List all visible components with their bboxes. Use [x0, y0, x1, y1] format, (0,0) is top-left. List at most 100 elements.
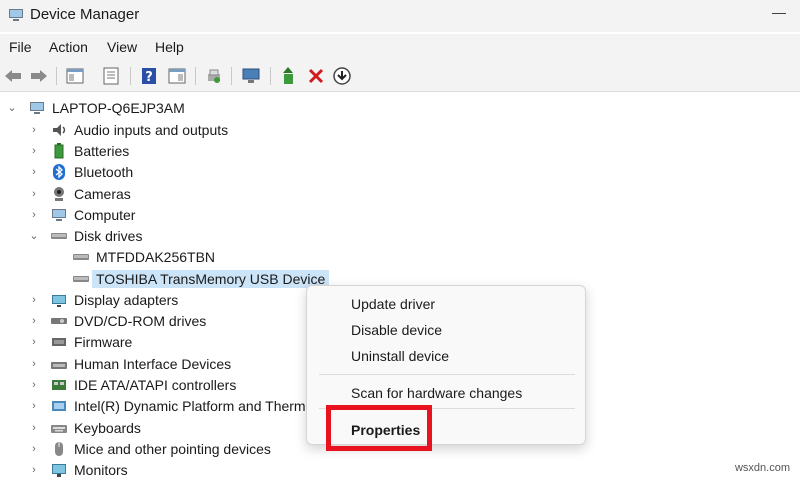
- tree-item-computer[interactable]: › Computer: [28, 204, 135, 225]
- ctx-disable-device[interactable]: Disable device: [351, 322, 442, 338]
- menu-view[interactable]: View: [107, 39, 137, 55]
- intel-platform-icon: [50, 397, 68, 415]
- tree-item-mtfddak[interactable]: MTFDDAK256TBN: [72, 246, 215, 267]
- toolbar-separator: [56, 67, 57, 85]
- tree-item-ide[interactable]: › IDE ATA/ATAPI controllers: [28, 374, 236, 395]
- display-adapter-icon: [50, 291, 68, 309]
- download-driver-icon[interactable]: [331, 65, 353, 87]
- tree-item-label: Human Interface Devices: [74, 355, 232, 372]
- tree-item-dvd[interactable]: › DVD/CD-ROM drives: [28, 310, 206, 331]
- svg-text:?: ?: [145, 70, 153, 85]
- tree-item-label: IDE ATA/ATAPI controllers: [74, 376, 237, 393]
- chevron-right-icon[interactable]: ›: [28, 379, 40, 391]
- tree-item-label: Display adapters: [74, 291, 179, 308]
- help-icon[interactable]: ?: [138, 65, 160, 87]
- tree-item-bluetooth[interactable]: › Bluetooth: [28, 161, 133, 182]
- toolbar-separator: [231, 67, 232, 85]
- camera-icon: [50, 185, 68, 203]
- chevron-right-icon[interactable]: ›: [28, 336, 40, 348]
- tree-root[interactable]: ⌄ LAPTOP-Q6EJP3AM: [6, 97, 185, 118]
- firmware-icon: [50, 333, 68, 351]
- computer-icon: [28, 99, 46, 117]
- chevron-right-icon[interactable]: ›: [28, 443, 40, 455]
- tree-item-label: DVD/CD-ROM drives: [74, 312, 207, 329]
- chevron-right-icon[interactable]: ›: [28, 315, 40, 327]
- tree-item-intel[interactable]: › Intel(R) Dynamic Platform and Therma: [28, 395, 313, 416]
- tree-item-hid[interactable]: › Human Interface Devices: [28, 353, 231, 374]
- back-arrow-icon[interactable]: [2, 65, 24, 87]
- properties-sheet-icon[interactable]: [100, 65, 122, 87]
- toolbar-separator: [130, 67, 131, 85]
- printer-icon[interactable]: [203, 65, 225, 87]
- tree-item-label: Cameras: [74, 185, 131, 202]
- tree-item-label: Intel(R) Dynamic Platform and Therma: [74, 397, 314, 414]
- minimize-button[interactable]: —: [772, 5, 786, 19]
- uninstall-icon[interactable]: [305, 65, 327, 87]
- title-bar: Device Manager —: [0, 0, 800, 32]
- tree-item-label: TOSHIBA TransMemory USB Device: [92, 269, 330, 288]
- chevron-down-icon[interactable]: ⌄: [28, 229, 40, 242]
- chevron-right-icon[interactable]: ›: [28, 400, 40, 412]
- chevron-right-icon[interactable]: ›: [28, 124, 40, 136]
- tree-item-mice[interactable]: › Mice and other pointing devices: [28, 438, 271, 459]
- ctx-separator: [319, 374, 575, 375]
- chevron-right-icon[interactable]: ›: [28, 209, 40, 221]
- toolbar-separator: [195, 67, 196, 85]
- chevron-right-icon[interactable]: ›: [28, 188, 40, 200]
- chevron-right-icon[interactable]: ›: [28, 422, 40, 434]
- scan-hardware-icon[interactable]: [240, 65, 262, 87]
- speaker-icon: [50, 121, 68, 139]
- dvd-drive-icon: [50, 312, 68, 330]
- tree-item-label: Disk drives: [74, 227, 143, 244]
- tree-item-batteries[interactable]: › Batteries: [28, 140, 129, 161]
- chevron-right-icon[interactable]: ›: [28, 166, 40, 178]
- ide-controller-icon: [50, 376, 68, 394]
- action-pane-icon[interactable]: [166, 65, 188, 87]
- monitor-icon: [50, 461, 68, 479]
- toolbar-separator: [270, 67, 271, 85]
- tree-item-label: Mice and other pointing devices: [74, 440, 271, 457]
- tree-item-keyboards[interactable]: › Keyboards: [28, 417, 141, 438]
- tree-item-label: Keyboards: [74, 419, 141, 436]
- chevron-right-icon[interactable]: ›: [28, 358, 40, 370]
- chevron-right-icon[interactable]: ›: [28, 294, 40, 306]
- chevron-right-icon[interactable]: ›: [28, 145, 40, 157]
- ctx-update-driver[interactable]: Update driver: [351, 296, 435, 312]
- show-hide-tree-icon[interactable]: [64, 65, 86, 87]
- menu-action[interactable]: Action: [49, 39, 88, 55]
- tree-item-disk-drives[interactable]: ⌄ Disk drives: [28, 225, 142, 246]
- tree-item-firmware[interactable]: › Firmware: [28, 331, 132, 352]
- device-manager-icon: [8, 7, 24, 23]
- ctx-uninstall-device[interactable]: Uninstall device: [351, 348, 449, 364]
- tree-item-display-adapters[interactable]: › Display adapters: [28, 289, 178, 310]
- tree-item-cameras[interactable]: › Cameras: [28, 183, 131, 204]
- ctx-scan-hardware[interactable]: Scan for hardware changes: [351, 385, 522, 401]
- chevron-right-icon[interactable]: ›: [28, 464, 40, 476]
- bluetooth-icon: [50, 163, 68, 181]
- forward-arrow-icon[interactable]: [28, 65, 50, 87]
- window-title: Device Manager: [30, 6, 140, 23]
- tree-item-label: Batteries: [74, 142, 130, 159]
- tree-item-label: Monitors: [74, 461, 128, 478]
- tree-item-label: MTFDDAK256TBN: [96, 248, 216, 265]
- tree-item-label: Computer: [74, 206, 136, 223]
- menu-file[interactable]: File: [9, 39, 32, 55]
- tree-item-monitors[interactable]: › Monitors: [28, 459, 128, 480]
- menu-help[interactable]: Help: [155, 39, 184, 55]
- watermark: wsxdn.com: [734, 462, 790, 474]
- chevron-down-icon[interactable]: ⌄: [6, 101, 18, 114]
- tree-root-label: LAPTOP-Q6EJP3AM: [52, 99, 185, 116]
- tree-item-toshiba[interactable]: TOSHIBA TransMemory USB Device: [72, 268, 330, 289]
- tree-item-label: Bluetooth: [74, 163, 134, 180]
- tree-item-label: Firmware: [74, 333, 133, 350]
- toolbar: ?: [0, 60, 800, 92]
- battery-icon: [50, 142, 68, 160]
- disk-drive-icon: [50, 227, 68, 245]
- mouse-icon: [50, 440, 68, 458]
- disk-drive-icon: [72, 270, 90, 288]
- computer-icon: [50, 206, 68, 224]
- update-driver-icon[interactable]: [278, 65, 300, 87]
- keyboard-icon: [50, 419, 68, 437]
- tree-item-audio[interactable]: › Audio inputs and outputs: [28, 119, 228, 140]
- menu-bar: File Action View Help: [0, 34, 800, 60]
